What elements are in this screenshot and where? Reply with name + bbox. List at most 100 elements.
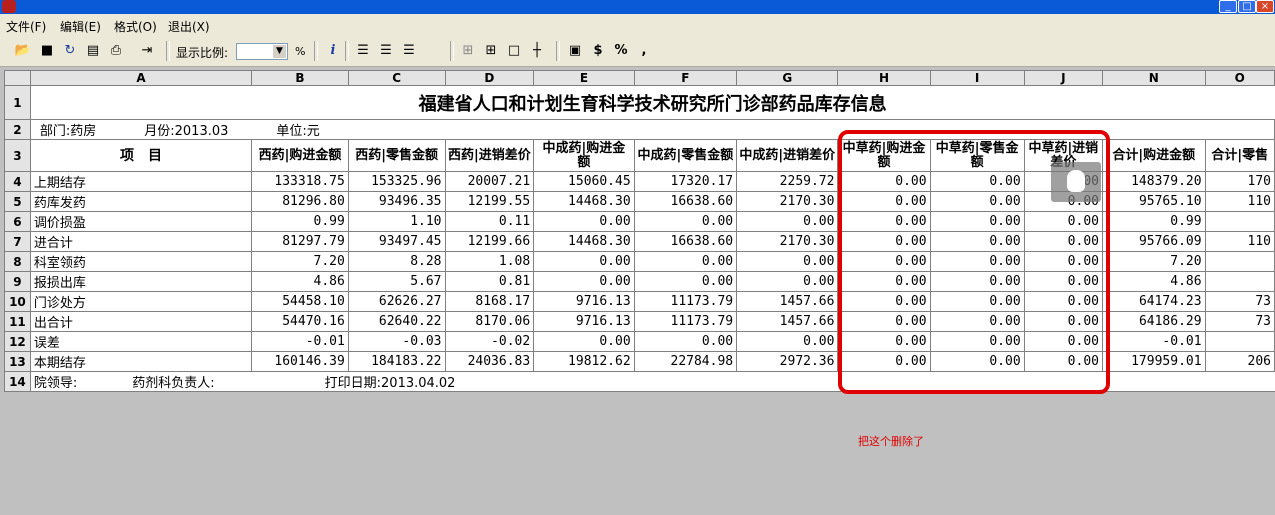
table-cell[interactable]: 14468.30 <box>533 231 635 252</box>
table-cell[interactable]: 4.86 <box>251 271 349 292</box>
table-cell[interactable]: 0.00 <box>837 171 931 192</box>
chevron-down-icon[interactable]: ▼ <box>273 45 286 58</box>
table-cell[interactable]: 110 <box>1204 231 1275 252</box>
menu-file[interactable]: 文件(F) <box>6 18 46 35</box>
border-inner-icon[interactable]: ┼ <box>528 42 546 60</box>
thousands-icon[interactable]: , <box>635 42 653 60</box>
row-header[interactable]: 7 <box>4 231 31 252</box>
table-cell[interactable]: 0.00 <box>633 331 738 352</box>
table-cell[interactable]: 2972.36 <box>736 351 839 372</box>
row-label[interactable]: 误差 <box>29 331 253 352</box>
table-cell[interactable]: 11173.79 <box>633 311 738 332</box>
row-header[interactable]: 1 <box>4 85 31 120</box>
table-cell[interactable]: 2170.30 <box>736 191 839 212</box>
table-cell[interactable]: 73 <box>1204 311 1275 332</box>
table-cell[interactable]: 64174.23 <box>1101 291 1206 312</box>
row-header[interactable]: 2 <box>4 119 31 140</box>
row-label[interactable]: 出合计 <box>29 311 253 332</box>
table-cell[interactable]: 9716.13 <box>533 291 635 312</box>
table-cell[interactable]: 0.99 <box>1101 211 1206 232</box>
column-header[interactable]: E <box>533 70 635 86</box>
table-cell[interactable] <box>1204 211 1275 232</box>
table-cell[interactable]: 1.08 <box>444 251 535 272</box>
info-icon[interactable]: i <box>324 42 342 60</box>
footer-cell[interactable]: 院领导: 药剂科负责人: 打印日期:2013.04.02 <box>29 371 1275 392</box>
table-cell[interactable]: 0.99 <box>251 211 349 232</box>
maximize-icon[interactable]: □ <box>1238 0 1256 13</box>
table-cell[interactable]: 0.00 <box>533 271 635 292</box>
table-cell[interactable]: 0.00 <box>633 211 738 232</box>
column-header[interactable]: N <box>1101 70 1206 86</box>
column-title[interactable]: 西药|进销差价 <box>444 139 535 172</box>
table-cell[interactable]: 17320.17 <box>633 171 738 192</box>
table-cell[interactable]: 0.11 <box>444 211 535 232</box>
table-cell[interactable]: 64186.29 <box>1101 311 1206 332</box>
table-cell[interactable]: 11173.79 <box>633 291 738 312</box>
refresh-icon[interactable]: ↻ <box>61 42 79 60</box>
row-header[interactable]: 14 <box>4 371 31 392</box>
table-cell[interactable]: 5.67 <box>347 271 446 292</box>
row-label[interactable]: 科室领药 <box>29 251 253 272</box>
table-cell[interactable]: 16638.60 <box>633 231 738 252</box>
table-cell[interactable]: 0.00 <box>1023 311 1103 332</box>
table-cell[interactable]: 0.00 <box>736 331 839 352</box>
table-cell[interactable]: 0.81 <box>444 271 535 292</box>
table-cell[interactable]: 2170.30 <box>736 231 839 252</box>
table-cell[interactable]: 0.00 <box>633 251 738 272</box>
table-cell[interactable]: 16638.60 <box>633 191 738 212</box>
table-cell[interactable]: 206 <box>1204 351 1275 372</box>
table-cell[interactable]: 95765.10 <box>1101 191 1206 212</box>
row-label[interactable]: 进合计 <box>29 231 253 252</box>
align-right-icon[interactable]: ☰ <box>400 42 418 60</box>
table-cell[interactable]: 1457.66 <box>736 291 839 312</box>
table-cell[interactable]: 0.00 <box>1023 271 1103 292</box>
border-outer-icon[interactable]: □ <box>505 42 523 60</box>
table-cell[interactable]: 20007.21 <box>444 171 535 192</box>
currency-icon[interactable]: $ <box>589 42 607 60</box>
table-cell[interactable]: 7.20 <box>251 251 349 272</box>
row-header[interactable]: 3 <box>4 139 31 172</box>
table-cell[interactable]: 81297.79 <box>251 231 349 252</box>
table-cell[interactable] <box>1204 251 1275 272</box>
table-cell[interactable]: 54470.16 <box>251 311 349 332</box>
table-cell[interactable]: 19812.62 <box>533 351 635 372</box>
table-cell[interactable]: -0.03 <box>347 331 446 352</box>
page-title[interactable]: 福建省人口和计划生育科学技术研究所门诊部药品库存信息 <box>29 85 1275 120</box>
row-header[interactable]: 10 <box>4 291 31 312</box>
table-cell[interactable] <box>1204 271 1275 292</box>
table-cell[interactable]: 73 <box>1204 291 1275 312</box>
table-cell[interactable]: 93497.45 <box>347 231 446 252</box>
table-cell[interactable]: 62640.22 <box>347 311 446 332</box>
table-cell[interactable]: 0.00 <box>929 271 1025 292</box>
column-header[interactable]: C <box>347 70 446 86</box>
table-cell[interactable]: 0.00 <box>1023 331 1103 352</box>
table-cell[interactable]: 0.00 <box>929 231 1025 252</box>
table-cell[interactable]: 133318.75 <box>251 171 349 192</box>
table-cell[interactable]: 0.00 <box>929 291 1025 312</box>
table-cell[interactable]: 0.00 <box>929 311 1025 332</box>
menu-exit[interactable]: 退出(X) <box>168 18 210 35</box>
table-cell[interactable]: 184183.22 <box>347 351 446 372</box>
table-cell[interactable]: 0.00 <box>929 331 1025 352</box>
row-header[interactable]: 8 <box>4 251 31 272</box>
column-title[interactable]: 西药|购进金额 <box>251 139 349 172</box>
exit-icon[interactable]: ⇥ <box>138 42 156 60</box>
table-cell[interactable]: 0.00 <box>533 331 635 352</box>
table-cell[interactable]: 24036.83 <box>444 351 535 372</box>
table-cell[interactable]: 110 <box>1204 191 1275 212</box>
row-label[interactable]: 药库发药 <box>29 191 253 212</box>
table-cell[interactable]: 0.00 <box>929 351 1025 372</box>
spreadsheet[interactable]: A B C D E F G H I J N O 1 福建省人口和计划生育科学技术研究所门诊部药品库存信息 2… <box>4 70 1275 392</box>
table-cell[interactable]: 179959.01 <box>1101 351 1206 372</box>
table-cell[interactable]: 2259.72 <box>736 171 839 192</box>
column-header[interactable]: F <box>633 70 738 86</box>
column-title[interactable]: 中草药|零售金额 <box>929 139 1025 172</box>
table-cell[interactable]: 12199.55 <box>444 191 535 212</box>
format-icon[interactable]: ▣ <box>566 42 584 60</box>
column-title[interactable]: 中成药|进销差价 <box>736 139 839 172</box>
table-cell[interactable]: 0.00 <box>837 311 931 332</box>
table-cell[interactable]: 4.86 <box>1101 271 1206 292</box>
row-header[interactable]: 4 <box>4 171 31 192</box>
column-header[interactable]: D <box>444 70 535 86</box>
column-header[interactable]: G <box>736 70 839 86</box>
